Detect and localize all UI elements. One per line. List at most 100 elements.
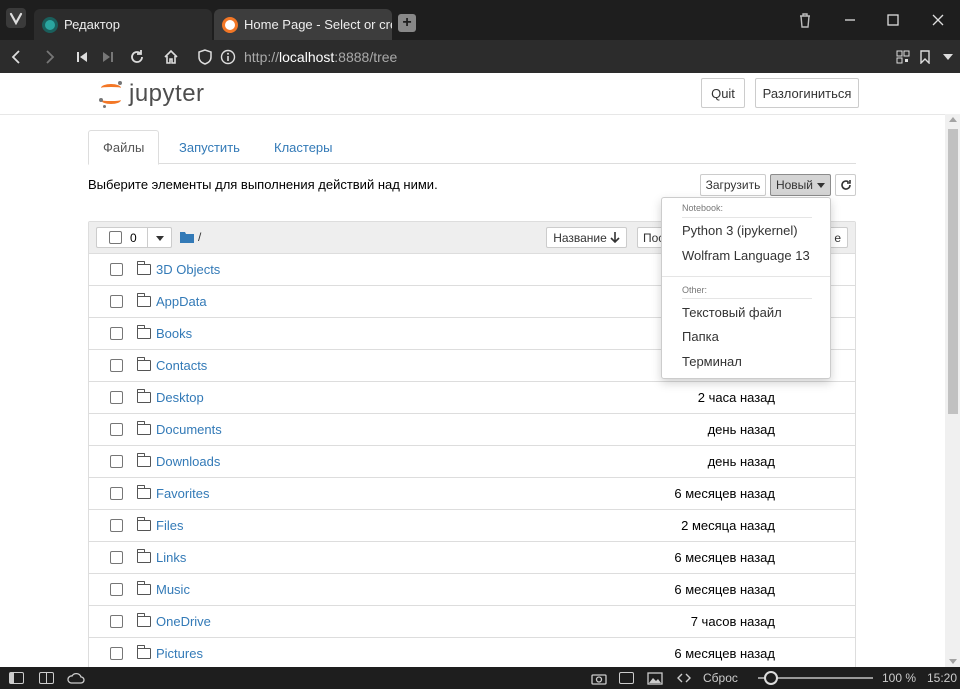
capture-icon[interactable] [591,671,607,685]
select-all-control[interactable]: 0 [96,227,172,248]
table-row[interactable]: Music 6 месяцев назад [89,574,855,606]
file-name-link[interactable]: Contacts [156,358,207,373]
new-button[interactable]: Новый [770,174,831,196]
sort-by-name-label: Название [553,230,607,245]
row-checkbox[interactable] [110,359,123,372]
folder-icon[interactable] [180,231,194,243]
modified-time: 2 месяца назад [681,518,775,533]
table-row[interactable]: Pictures 6 месяцев назад [89,638,855,667]
zoom-slider-knob[interactable] [763,671,778,685]
new-folder[interactable]: Папка [682,329,719,344]
select-all-checkbox[interactable] [109,231,122,244]
tab-clusters[interactable]: Кластеры [260,130,347,164]
sync-cloud-icon[interactable] [67,671,85,685]
quit-button[interactable]: Quit [701,78,745,108]
table-row[interactable]: Favorites 6 месяцев назад [89,478,855,510]
file-name-link[interactable]: Books [156,326,192,341]
caret-down-icon [817,182,826,188]
back-icon[interactable] [6,47,26,67]
url-field[interactable]: http://localhost:8888/tree [244,49,397,65]
row-checkbox[interactable] [110,647,123,660]
breadcrumb-path[interactable]: / [198,230,201,244]
new-tab-button[interactable]: + [398,14,416,32]
modified-time: день назад [707,454,775,469]
panel-toggle-icon[interactable] [9,671,24,685]
row-checkbox[interactable] [110,327,123,340]
chevron-down-icon[interactable] [938,47,958,67]
new-wolfram-notebook[interactable]: Wolfram Language 13 [682,248,810,263]
row-checkbox[interactable] [110,615,123,628]
sort-by-name-button[interactable]: Название [546,227,627,248]
table-row[interactable]: Downloads день назад [89,446,855,478]
row-checkbox[interactable] [110,295,123,308]
tab-tiling-icon[interactable] [39,671,54,685]
reload-icon[interactable] [127,47,147,67]
table-row[interactable]: Links 6 месяцев назад [89,542,855,574]
forward-icon[interactable] [40,47,60,67]
other-section-header: Other: [682,285,708,295]
zoom-slider[interactable] [758,671,873,685]
browser-menu-button[interactable] [6,8,26,28]
arrow-down-icon [610,232,620,243]
table-row[interactable]: OneDrive 7 часов назад [89,606,855,638]
file-name-link[interactable]: Files [156,518,183,533]
fast-forward-icon[interactable] [98,47,118,67]
row-checkbox[interactable] [110,455,123,468]
row-checkbox[interactable] [110,423,123,436]
table-row[interactable]: Files 2 месяца назад [89,510,855,542]
file-name-link[interactable]: Links [156,550,186,565]
folder-icon [137,357,151,371]
file-name-link[interactable]: 3D Objects [156,262,220,277]
code-icon[interactable] [677,671,691,685]
row-checkbox[interactable] [110,551,123,564]
close-window-icon[interactable] [928,10,948,30]
file-name-link[interactable]: Desktop [156,390,204,405]
modified-time: 6 месяцев назад [674,582,775,597]
notebook-section-header: Notebook: [682,203,724,213]
bookmark-icon[interactable] [915,47,935,67]
new-text-file[interactable]: Текстовый файл [682,305,782,320]
image-icon[interactable] [647,671,663,685]
row-checkbox[interactable] [110,519,123,532]
file-name-link[interactable]: Pictures [156,646,203,661]
page-scrollbar[interactable] [945,114,960,667]
row-checkbox[interactable] [110,583,123,596]
file-name-link[interactable]: AppData [156,294,207,309]
new-python3-notebook[interactable]: Python 3 (ipykernel) [682,223,798,238]
logout-button[interactable]: Разлогиниться [755,78,859,108]
window-icon[interactable] [619,671,634,685]
jupyter-page: jupyter Quit Разлогиниться Файлы Запусти… [0,73,945,667]
maximize-icon[interactable] [883,10,903,30]
rewind-icon[interactable] [72,47,92,67]
folder-icon [137,613,151,627]
tab-running[interactable]: Запустить [165,130,254,164]
minimize-icon[interactable] [840,10,860,30]
file-name-link[interactable]: Music [156,582,190,597]
jupyter-logo[interactable]: jupyter [99,79,205,109]
file-name-link[interactable]: Downloads [156,454,220,469]
qr-code-icon[interactable] [893,47,913,67]
shield-icon[interactable] [195,47,215,67]
home-icon[interactable] [161,47,181,67]
row-checkbox[interactable] [110,391,123,404]
table-row[interactable]: Documents день назад [89,414,855,446]
scroll-down-icon[interactable] [949,659,957,664]
row-checkbox[interactable] [110,263,123,276]
refresh-button[interactable] [835,174,856,196]
file-name-link[interactable]: Documents [156,422,222,437]
file-name-link[interactable]: OneDrive [156,614,211,629]
upload-button[interactable]: Загрузить [700,174,766,196]
table-row[interactable]: Desktop 2 часа назад [89,382,855,414]
row-checkbox[interactable] [110,487,123,500]
caret-down-icon[interactable] [156,236,164,241]
browser-tab-jupyter[interactable]: Home Page - Select or crea [214,9,392,40]
zoom-reset-label[interactable]: Сброс [703,671,738,685]
file-name-link[interactable]: Favorites [156,486,209,501]
new-terminal[interactable]: Терминал [682,354,742,369]
browser-tab-editor[interactable]: Редактор [34,9,212,40]
tab-files[interactable]: Файлы [88,130,160,165]
scrollbar-thumb[interactable] [948,129,958,414]
scroll-up-icon[interactable] [949,117,957,122]
info-icon[interactable] [218,47,238,67]
trash-icon[interactable] [795,10,815,30]
